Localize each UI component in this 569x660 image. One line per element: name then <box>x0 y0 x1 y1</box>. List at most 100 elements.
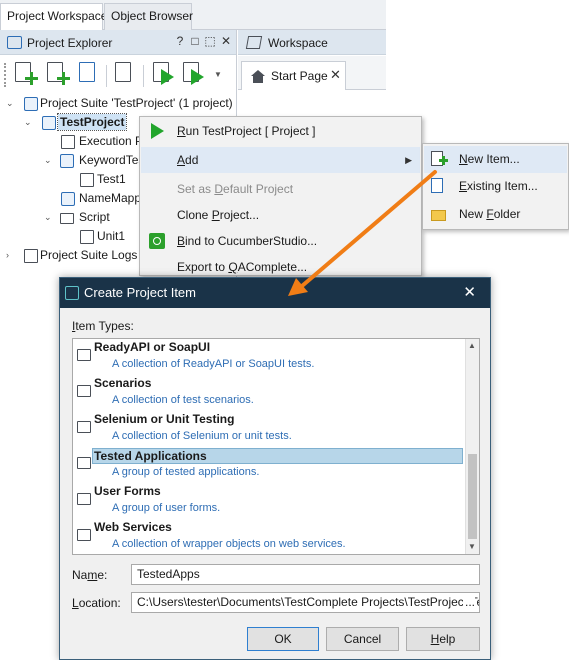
user-forms-icon <box>77 493 91 505</box>
item-description: A group of user forms. <box>112 502 221 514</box>
menu-item-label: Bind to CucumberStudio... <box>177 234 318 248</box>
existing-item-icon <box>431 178 447 194</box>
readyapi-icon <box>77 349 91 361</box>
scroll-up-icon[interactable]: ▲ <box>468 341 476 350</box>
workspace-tab-bar: Start Page ✕ <box>238 56 386 90</box>
tree-item-keywordtests[interactable]: ⌄ KeywordTest <box>42 151 148 170</box>
pin-icon[interactable]: ⬚ <box>203 34 217 48</box>
properties-icon <box>115 62 131 82</box>
item-description: A collection of wrapper objects on web s… <box>112 538 346 550</box>
tree-item-label: Unit1 <box>97 229 126 243</box>
cancel-button[interactable]: Cancel <box>326 627 399 651</box>
tree-item-label: KeywordTest <box>79 153 148 167</box>
close-icon[interactable]: ✕ <box>463 283 476 301</box>
tree-item-project-suite[interactable]: ⌄ Project Suite 'TestProject' (1 project… <box>4 94 236 113</box>
location-label: Location: <box>72 596 121 610</box>
help-button[interactable]: Help <box>406 627 480 651</box>
list-item[interactable]: Selenium or Unit Testing A collection of… <box>73 411 465 447</box>
tree-item-project-suite-logs[interactable]: › Project Suite Logs <box>4 246 140 265</box>
tree-item-execution-plan[interactable]: Execution Pla <box>42 132 152 151</box>
plus-icon <box>57 72 70 85</box>
plus-icon <box>25 72 38 85</box>
dialog-title: Create Project Item <box>84 285 196 300</box>
workspace-icon <box>245 36 263 49</box>
web-services-icon <box>77 529 91 541</box>
list-item[interactable]: Scenarios A collection of test scenarios… <box>73 375 465 411</box>
menu-item-bind-cucumberstudio[interactable]: Bind to CucumberStudio... <box>141 228 420 254</box>
menu-item-new-folder[interactable]: New Folder <box>424 201 567 228</box>
run-selected-button[interactable] <box>180 61 206 89</box>
workspace-header: Workspace <box>238 30 386 55</box>
menu-item-label: Existing Item... <box>459 179 538 193</box>
close-icon[interactable]: ✕ <box>219 34 233 48</box>
logs-icon <box>24 249 38 263</box>
menu-item-add[interactable]: Add ▶ <box>141 147 420 173</box>
menu-item-run-testproject[interactable]: Run TestProject [ Project ] <box>141 118 420 144</box>
item-title: Web Services <box>94 520 172 534</box>
folder-open-icon <box>79 62 95 82</box>
create-project-item-dialog: Create Project Item ✕ Item Types: ReadyA… <box>59 277 491 660</box>
toolbar-separator <box>106 65 107 87</box>
keyword-test-icon <box>80 173 94 187</box>
item-description: A group of tested applications. <box>112 466 260 478</box>
new-item-icon <box>431 151 448 167</box>
list-item[interactable]: ReadyAPI or SoapUI A collection of Ready… <box>73 339 465 375</box>
item-types-list[interactable]: ReadyAPI or SoapUI A collection of Ready… <box>72 338 480 555</box>
tree-item-test1[interactable]: Test1 <box>78 170 142 189</box>
tree-item-label: Project Suite 'TestProject' (1 project) <box>40 96 233 110</box>
chevron-down-icon[interactable]: ▼ <box>214 70 222 79</box>
list-item[interactable]: User Forms A group of user forms. <box>73 483 465 519</box>
menu-item-clone-project[interactable]: Clone Project... <box>141 202 420 228</box>
ok-button[interactable]: OK <box>247 627 319 651</box>
expand-icon[interactable]: ⌄ <box>44 151 54 170</box>
dialog-title-bar: Create Project Item ✕ <box>60 278 490 308</box>
list-item-selected[interactable]: Tested Applications A group of tested ap… <box>73 447 465 483</box>
tab-label: Start Page <box>271 69 328 83</box>
name-input[interactable]: TestedApps <box>131 564 480 585</box>
new-project-suite-button[interactable] <box>12 61 38 89</box>
scrollbar-thumb[interactable] <box>468 454 477 539</box>
location-value: C:\Users\tester\Documents\TestComplete P… <box>137 595 480 609</box>
menu-item-existing-item[interactable]: Existing Item... <box>424 173 567 200</box>
menu-item-label: Add <box>177 153 199 167</box>
menu-item-label: Run TestProject [ Project ] <box>177 124 316 138</box>
tree-item-unit1[interactable]: Unit1 <box>78 227 142 246</box>
panel-title: Project Explorer <box>27 36 113 50</box>
item-title: Scenarios <box>94 376 152 390</box>
help-icon[interactable]: ? <box>173 34 187 48</box>
expand-icon[interactable]: ⌄ <box>6 94 16 113</box>
new-project-button[interactable] <box>44 61 70 89</box>
list-item[interactable]: Web Services A collection of wrapper obj… <box>73 519 465 555</box>
tab-label: Object Browser <box>111 9 194 23</box>
execution-plan-icon <box>61 135 75 149</box>
list-scrollbar[interactable]: ▲ ▼ <box>465 339 479 554</box>
open-project-button[interactable] <box>76 61 102 89</box>
tab-object-browser[interactable]: Object Browser <box>104 3 194 30</box>
dialog-app-icon <box>65 286 79 300</box>
menu-item-new-item[interactable]: New Item... <box>424 146 567 173</box>
expand-icon[interactable]: ⌄ <box>44 208 54 227</box>
tab-start-page[interactable]: Start Page ✕ <box>241 61 346 90</box>
play-icon <box>161 69 174 85</box>
tree-item-testproject[interactable]: ⌄ TestProject <box>22 113 142 132</box>
expand-icon[interactable]: ⌄ <box>24 113 34 132</box>
browse-button[interactable]: ... <box>462 593 475 612</box>
item-description: A collection of ReadyAPI or SoapUI tests… <box>112 358 315 370</box>
location-input[interactable]: C:\Users\tester\Documents\TestComplete P… <box>131 592 480 613</box>
scroll-down-icon[interactable]: ▼ <box>468 542 476 551</box>
maximize-icon[interactable]: □ <box>188 34 202 48</box>
run-project-button[interactable] <box>150 61 176 89</box>
tab-project-workspace[interactable]: Project Workspace <box>0 3 107 31</box>
tree-item-label: TestProject <box>56 113 128 131</box>
close-tab-icon[interactable]: ✕ <box>330 67 341 83</box>
project-properties-button[interactable] <box>112 61 138 89</box>
menu-item-label: New Item... <box>459 152 520 166</box>
tree-item-namemapping[interactable]: NameMappin <box>42 189 150 208</box>
toolbar-grip <box>4 63 6 87</box>
context-menu: Run TestProject [ Project ] Add ▶ Set as… <box>139 116 422 276</box>
top-tab-bar: Project Workspace Object Browser <box>0 0 386 31</box>
tree-item-script[interactable]: ⌄ Script <box>42 208 142 227</box>
collapse-icon[interactable]: › <box>6 246 16 265</box>
item-title: Selenium or Unit Testing <box>94 412 235 426</box>
item-description: A collection of Selenium or unit tests. <box>112 430 292 442</box>
